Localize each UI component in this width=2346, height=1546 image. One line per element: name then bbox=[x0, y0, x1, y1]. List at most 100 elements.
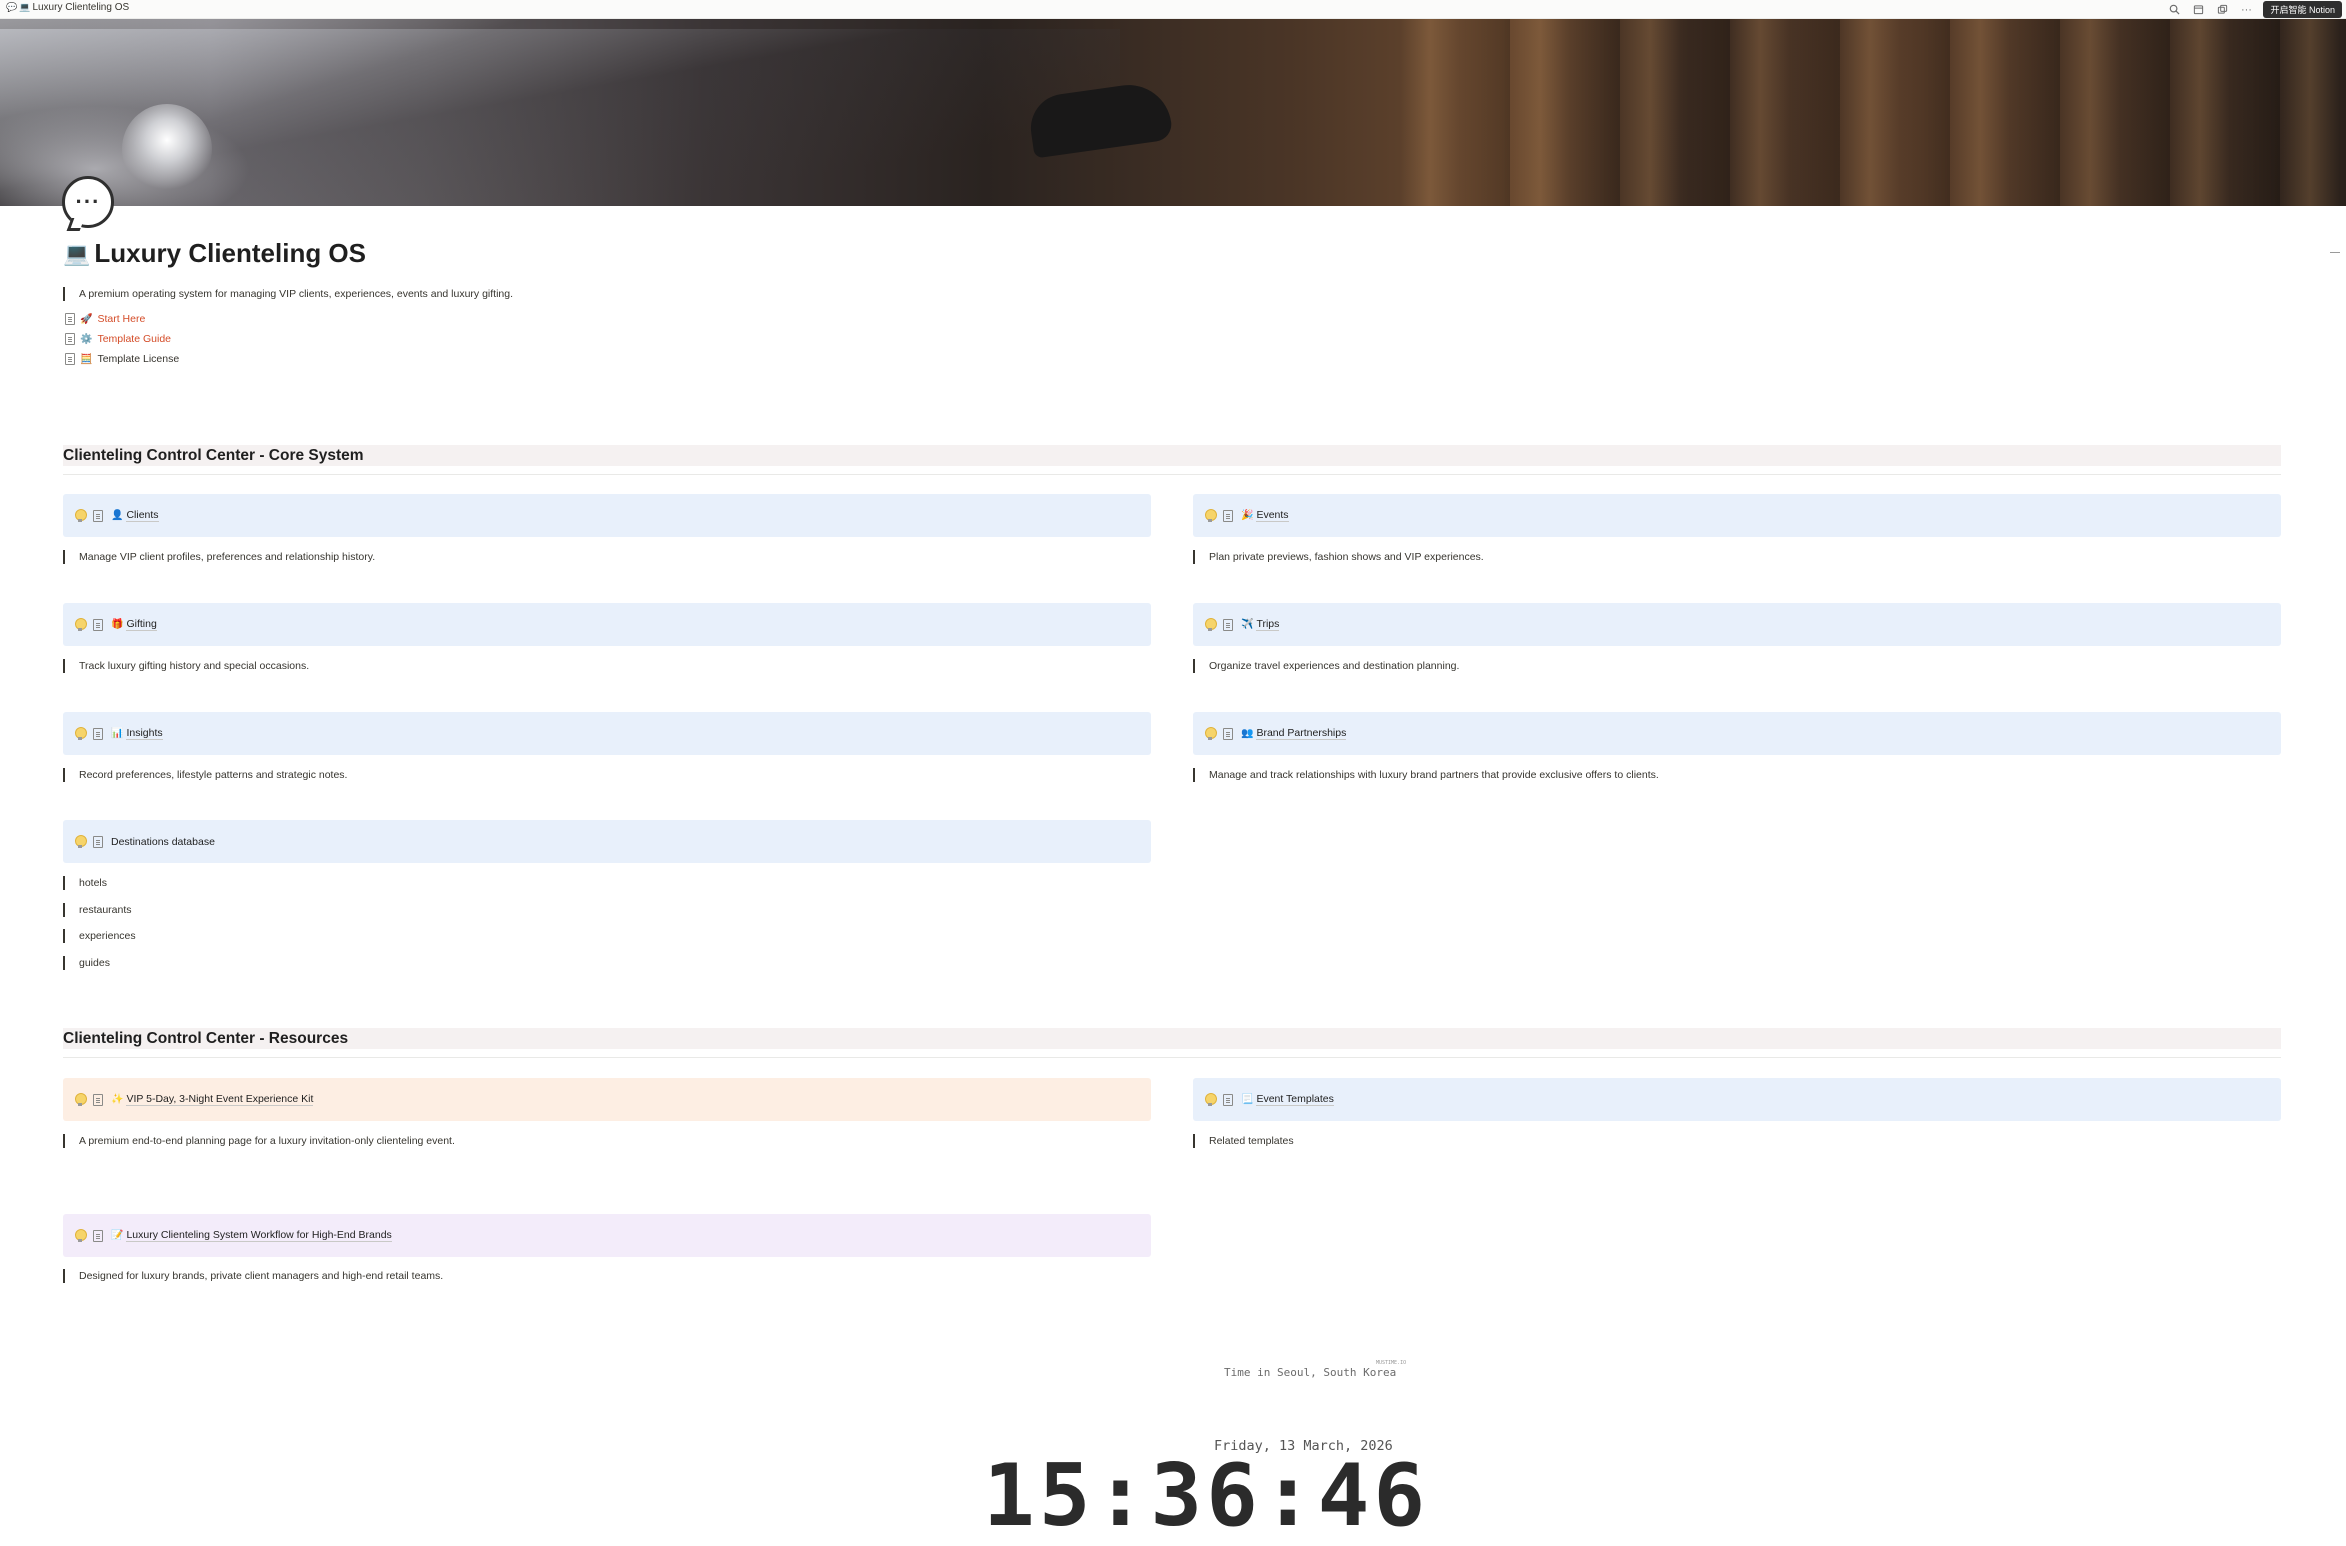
page-link-events[interactable]: 🎉 Events bbox=[1241, 509, 1289, 522]
link-start-here[interactable]: 🚀 Start Here bbox=[65, 313, 145, 325]
table-of-contents-marker[interactable] bbox=[2330, 252, 2340, 253]
quote-bar bbox=[63, 1134, 65, 1148]
clients-description: Manage VIP client profiles, preferences … bbox=[63, 550, 375, 564]
quote-bar bbox=[63, 768, 65, 782]
quote-bar bbox=[1193, 768, 1195, 782]
link-template-guide[interactable]: ⚙️ Template Guide bbox=[65, 333, 171, 345]
page-icon bbox=[93, 1093, 103, 1106]
page-icon bbox=[93, 835, 103, 848]
lightbulb-icon bbox=[75, 1229, 87, 1242]
page-link-insights[interactable]: 📊 Insights bbox=[111, 727, 163, 740]
page-icon bbox=[65, 333, 75, 345]
quote-bar bbox=[63, 929, 65, 943]
lightbulb-icon bbox=[1205, 1093, 1217, 1106]
quote-bar bbox=[63, 550, 65, 564]
destination-item-text: restaurants bbox=[79, 904, 132, 916]
quote-bar bbox=[1193, 550, 1195, 564]
callout-insights[interactable]: 📊 Insights bbox=[63, 712, 1151, 755]
divider bbox=[63, 474, 2281, 475]
callout-events[interactable]: 🎉 Events bbox=[1193, 494, 2281, 537]
destination-item: guides bbox=[63, 956, 110, 970]
link-label: Template Guide bbox=[97, 333, 171, 345]
lightbulb-icon bbox=[75, 1093, 87, 1106]
page-link-label: Luxury Clienteling System Workflow for H… bbox=[126, 1229, 392, 1242]
page-link-label: Clients bbox=[126, 509, 159, 522]
gear-icon: ⚙️ bbox=[80, 333, 93, 345]
page-link-vip-event-kit[interactable]: ✨ VIP 5-Day, 3-Night Event Experience Ki… bbox=[111, 1093, 314, 1106]
page-title[interactable]: 💻 Luxury Clienteling OS bbox=[63, 238, 366, 269]
cover-image bbox=[0, 19, 2346, 206]
resources-section-heading: Clienteling Control Center - Resources bbox=[63, 1028, 2281, 1049]
lightbulb-icon bbox=[1205, 618, 1217, 631]
speech-bubble-icon[interactable]: ··· bbox=[62, 176, 114, 228]
callout-gifting[interactable]: 🎁 Gifting bbox=[63, 603, 1151, 646]
callout-event-templates[interactable]: 📃 Event Templates bbox=[1193, 1078, 2281, 1121]
calendar-icon[interactable] bbox=[2191, 3, 2205, 17]
breadcrumb[interactable]: 💬 💻 Luxury Clienteling OS bbox=[6, 2, 129, 13]
laptop-icon: 💻 bbox=[63, 240, 91, 266]
lightbulb-icon bbox=[75, 618, 87, 631]
breadcrumb-title: Luxury Clienteling OS bbox=[32, 2, 130, 13]
callout-vip-event-kit[interactable]: ✨ VIP 5-Day, 3-Night Event Experience Ki… bbox=[63, 1078, 1151, 1121]
quote-bar bbox=[63, 659, 65, 673]
duplicate-icon[interactable] bbox=[2215, 3, 2229, 17]
clock-caption: Time in Seoul, South Korea bbox=[1224, 1366, 1397, 1379]
page-link-brand-partnerships[interactable]: 👥 Brand Partnerships bbox=[1241, 727, 1347, 740]
insights-description: Record preferences, lifestyle patterns a… bbox=[63, 768, 347, 782]
page-link-label: Event Templates bbox=[1256, 1093, 1334, 1106]
gifting-description: Track luxury gifting history and special… bbox=[63, 659, 309, 673]
events-description: Plan private previews, fashion shows and… bbox=[1193, 550, 1484, 564]
page-icon bbox=[93, 618, 103, 631]
callout-brand-partnerships[interactable]: 👥 Brand Partnerships bbox=[1193, 712, 2281, 755]
page-title-text: Luxury Clienteling OS bbox=[94, 238, 366, 268]
description-text: Record preferences, lifestyle patterns a… bbox=[79, 769, 348, 781]
description-text: Designed for luxury brands, private clie… bbox=[79, 1270, 444, 1282]
clock-time: 15:36:46 bbox=[983, 1446, 1430, 1546]
link-label: Start Here bbox=[97, 313, 146, 325]
page-link-gifting[interactable]: 🎁 Gifting bbox=[111, 618, 157, 631]
rocket-icon: 🚀 bbox=[80, 313, 93, 325]
page-link-system-workflow[interactable]: 📝 Luxury Clienteling System Workflow for… bbox=[111, 1229, 392, 1242]
quote-bar bbox=[1193, 1134, 1195, 1148]
cover-background-lights bbox=[1400, 19, 2346, 206]
notion-ai-button[interactable]: 开启智能 Notion bbox=[2263, 1, 2342, 18]
page-link-clients[interactable]: 👤 Clients bbox=[111, 509, 159, 522]
resources-section-heading-text: Clienteling Control Center - Resources bbox=[63, 1029, 349, 1047]
destination-item: hotels bbox=[63, 876, 107, 890]
quote-bar bbox=[63, 1269, 65, 1283]
abacus-icon: 🧮 bbox=[80, 353, 93, 365]
page-link-destinations-database[interactable]: Destinations database bbox=[111, 836, 215, 848]
person-icon: 👤 bbox=[111, 510, 124, 521]
system-workflow-description: Designed for luxury brands, private clie… bbox=[63, 1269, 443, 1283]
page-icon bbox=[65, 313, 75, 325]
lightbulb-icon bbox=[75, 509, 87, 522]
destination-item-text: guides bbox=[79, 957, 110, 969]
description-text: Organize travel experiences and destinat… bbox=[1209, 660, 1460, 672]
destination-item-text: experiences bbox=[79, 930, 136, 942]
event-templates-description: Related templates bbox=[1193, 1134, 1294, 1148]
page-link-label: Insights bbox=[126, 727, 163, 740]
brand-partnerships-description: Manage and track relationships with luxu… bbox=[1193, 768, 1659, 782]
more-options-icon[interactable]: ··· bbox=[2239, 3, 2253, 17]
lightbulb-icon bbox=[75, 727, 87, 740]
page-link-trips[interactable]: ✈️ Trips bbox=[1241, 618, 1280, 631]
callout-system-workflow[interactable]: 📝 Luxury Clienteling System Workflow for… bbox=[63, 1214, 1151, 1257]
callout-trips[interactable]: ✈️ Trips bbox=[1193, 603, 2281, 646]
page-link-label: VIP 5-Day, 3-Night Event Experience Kit bbox=[126, 1093, 314, 1106]
lightbulb-icon bbox=[1205, 509, 1217, 522]
trips-description: Organize travel experiences and destinat… bbox=[1193, 659, 1459, 673]
page-icon bbox=[93, 509, 103, 522]
laptop-icon: 💻 bbox=[19, 2, 31, 12]
description-text: Track luxury gifting history and special… bbox=[79, 660, 310, 672]
speech-bubble-icon: 💬 bbox=[6, 2, 18, 12]
page-link-event-templates[interactable]: 📃 Event Templates bbox=[1241, 1093, 1334, 1106]
callout-clients[interactable]: 👤 Clients bbox=[63, 494, 1151, 537]
description-text: Related templates bbox=[1209, 1135, 1294, 1147]
page-link-label: Trips bbox=[1256, 618, 1280, 631]
page-icon bbox=[1223, 1093, 1233, 1106]
gift-icon: 🎁 bbox=[111, 619, 124, 630]
callout-destinations-database[interactable]: Destinations database bbox=[63, 820, 1151, 863]
vip-event-kit-description: A premium end-to-end planning page for a… bbox=[63, 1134, 455, 1148]
search-icon[interactable] bbox=[2167, 3, 2181, 17]
link-template-license[interactable]: 🧮 Template License bbox=[65, 353, 179, 365]
